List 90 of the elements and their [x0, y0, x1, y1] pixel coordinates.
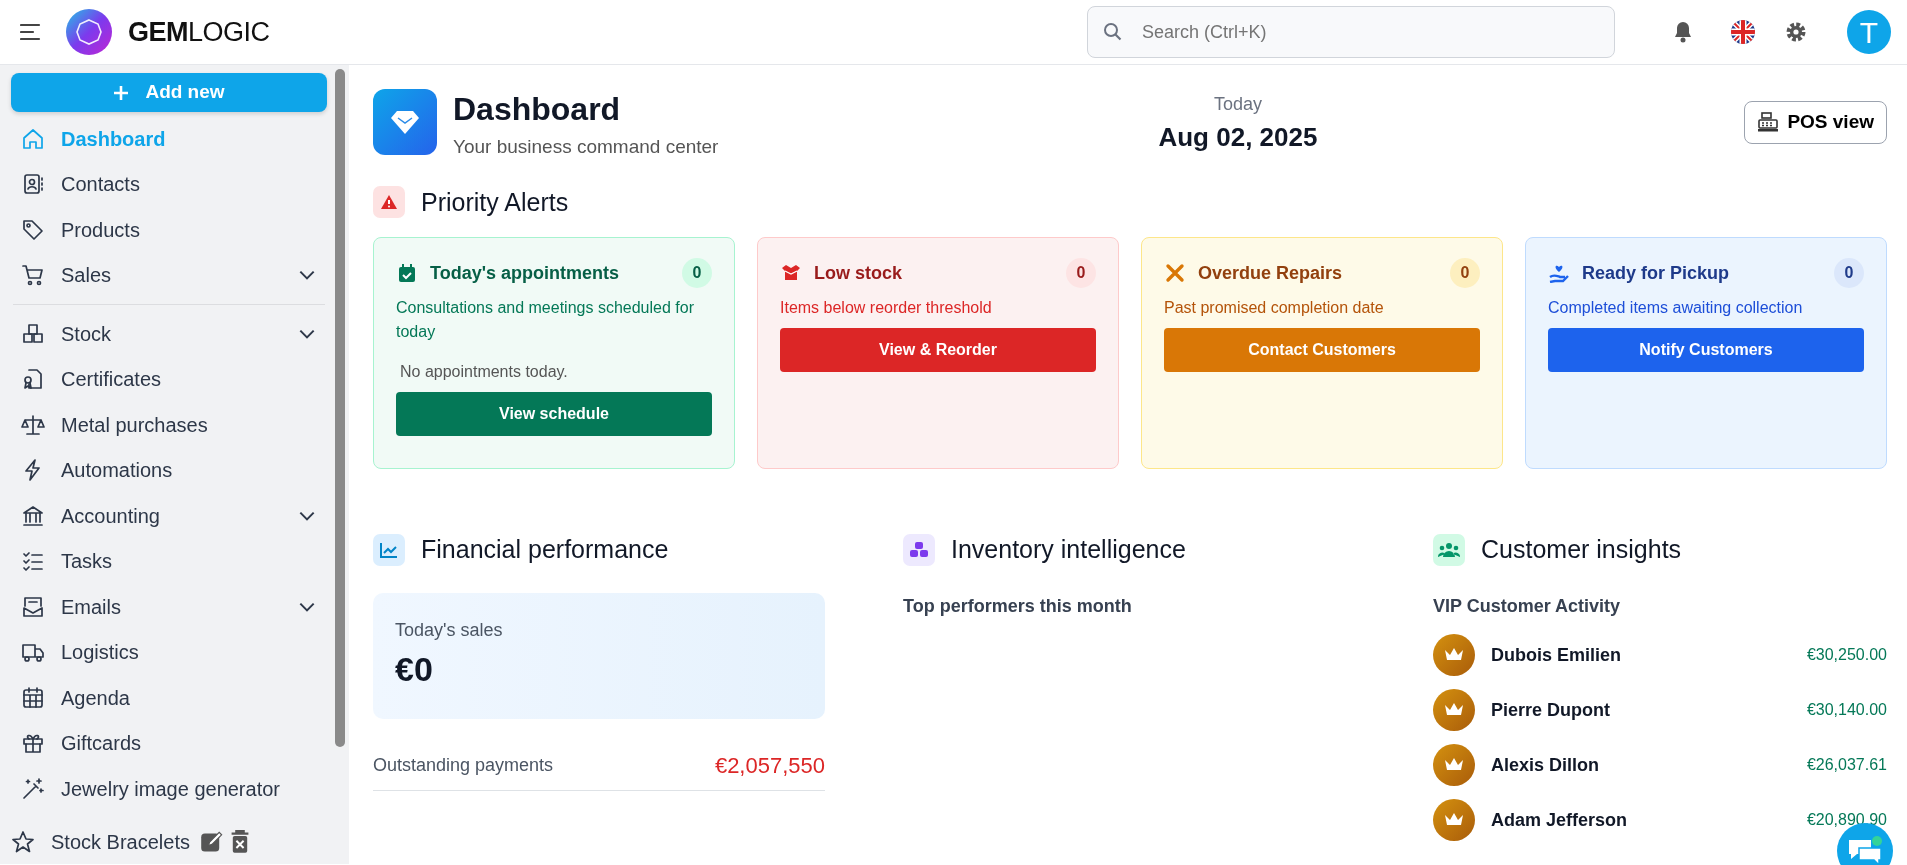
action-button[interactable]: View schedule	[396, 392, 712, 436]
sidebar-item[interactable]: Agenda	[11, 675, 327, 721]
magic-wand-icon	[21, 776, 45, 801]
mail-tray-icon	[21, 594, 45, 619]
bell-icon[interactable]	[1673, 21, 1693, 43]
sidebar-item[interactable]: Logistics	[11, 629, 327, 675]
section-title: Financial performance	[421, 534, 669, 565]
section-title: Priority Alerts	[421, 186, 569, 218]
cubes-icon	[903, 533, 935, 566]
action-button[interactable]: View & Reorder	[780, 328, 1096, 372]
sidebar-item[interactable]: Products	[11, 207, 327, 253]
search-field[interactable]: Search (Ctrl+K)	[1087, 6, 1615, 58]
alert-title: Low stock	[814, 261, 902, 285]
scale-icon	[21, 412, 45, 437]
bank-icon	[21, 503, 45, 528]
section-title: Customer insights	[1481, 534, 1682, 565]
calendar-icon	[21, 685, 45, 710]
hand-heart-icon	[1548, 263, 1570, 283]
customer-amount: €26,037.61	[1806, 755, 1887, 775]
outstanding-value: €2,057,550	[714, 751, 825, 780]
calendar-check-icon	[396, 263, 418, 283]
alert-description: Consultations and meetings scheduled for today	[396, 298, 695, 342]
certificate-icon	[21, 367, 45, 392]
sidebar-item[interactable]: Sales	[11, 252, 327, 298]
outstanding-label: Outstanding payments	[373, 753, 554, 777]
date-label: Today	[1212, 93, 1263, 116]
scrollbar[interactable]	[335, 69, 345, 747]
count-badge: 0	[1066, 258, 1096, 288]
page-title: Dashboard	[453, 90, 622, 129]
section-subtitle: Top performers this month	[903, 594, 1133, 618]
alert-title: Overdue Repairs	[1198, 261, 1343, 285]
sidebar-item[interactable]: Accounting	[11, 493, 327, 539]
cash-register-icon	[1757, 112, 1780, 133]
sales-value: €0	[395, 648, 434, 690]
action-button[interactable]: Notify Customers	[1548, 328, 1864, 372]
count-badge: 0	[1834, 258, 1864, 288]
pos-view-button[interactable]: POS view	[1744, 101, 1887, 144]
crown-avatar-icon	[1433, 634, 1475, 676]
boxes-icon	[21, 321, 45, 346]
section-subtitle: VIP Customer Activity	[1433, 594, 1622, 618]
alert-description: Items below reorder threshold	[780, 298, 993, 318]
customer-amount: €30,250.00	[1806, 645, 1887, 665]
logo-icon	[66, 9, 112, 55]
empty-note: No appointments today.	[400, 362, 569, 382]
tag-icon	[21, 217, 45, 242]
home-icon	[21, 126, 45, 151]
count-badge: 0	[682, 258, 712, 288]
crown-avatar-icon	[1433, 689, 1475, 731]
customer-name: Adam Jefferson	[1491, 808, 1628, 832]
settings-icon[interactable]	[1785, 21, 1807, 43]
customer-name: Alexis Dillon	[1491, 753, 1600, 777]
search-icon	[1103, 22, 1123, 42]
customer-amount: €30,140.00	[1806, 700, 1887, 720]
alert-description: Completed items awaiting collection	[1548, 298, 1804, 318]
sidebar-item[interactable]: Jewelry image generator	[11, 766, 327, 812]
customer-name: Pierre Dupont	[1491, 698, 1610, 722]
chart-icon	[373, 533, 405, 566]
warning-icon	[373, 186, 405, 219]
customer-amount: €20,890.90	[1806, 810, 1887, 830]
contact-card-icon	[21, 172, 45, 197]
box-icon	[780, 263, 802, 283]
count-badge: 0	[1450, 258, 1480, 288]
sidebar-item[interactable]: Certificates	[11, 356, 327, 402]
checklist-icon	[21, 549, 45, 574]
cart-icon	[21, 263, 45, 288]
alert-title: Today's appointments	[430, 261, 619, 285]
sidebar-item[interactable]: Contacts	[11, 161, 327, 207]
alert-title: Ready for Pickup	[1582, 261, 1730, 285]
sidebar-item[interactable]: Metal purchases	[11, 402, 327, 448]
sidebar-item[interactable]: Giftcards	[11, 720, 327, 766]
flag-icon[interactable]	[1731, 20, 1755, 44]
star-icon	[11, 830, 35, 855]
edit-icon[interactable]	[199, 830, 224, 855]
brand-name: GEMLOGIC	[128, 15, 270, 49]
menu-icon[interactable]	[20, 23, 42, 41]
sidebar-item[interactable]: Stock	[11, 311, 327, 357]
sidebar-item[interactable]: Stock Bracelets	[11, 819, 327, 864]
sidebar-item[interactable]: Automations	[11, 447, 327, 493]
sidebar-item[interactable]: Tasks	[11, 538, 327, 584]
users-icon	[1433, 533, 1465, 566]
alert-description: Past promised completion date	[1164, 298, 1385, 318]
plus-icon	[113, 84, 130, 101]
crown-avatar-icon	[1433, 799, 1475, 841]
sidebar-item[interactable]: Emails	[11, 584, 327, 630]
page-subtitle: Your business command center	[453, 135, 719, 159]
customer-name: Dubois Emilien	[1491, 643, 1622, 667]
date-text: Aug 02, 2025	[1158, 121, 1318, 154]
sales-label: Today's sales	[395, 618, 504, 642]
section-title: Inventory intelligence	[951, 534, 1186, 565]
crown-avatar-icon	[1433, 744, 1475, 786]
